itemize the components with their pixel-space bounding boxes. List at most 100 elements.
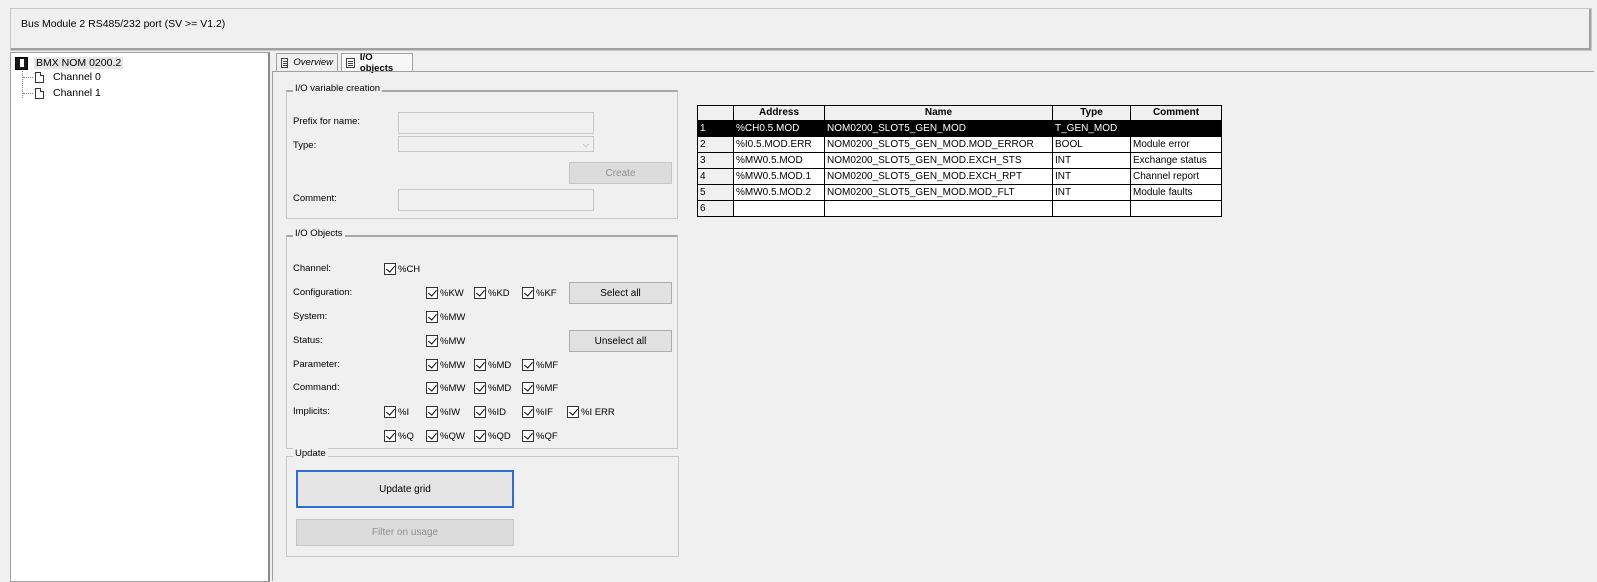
cell-address[interactable]: %I0.5.MOD.ERR	[733, 136, 825, 153]
column-header-address[interactable]: Address	[733, 105, 825, 122]
checkbox-kw[interactable]: %KW	[426, 287, 464, 299]
cell-type[interactable]: BOOL	[1052, 136, 1131, 153]
cell-name[interactable]: NOM0200_SLOT5_GEN_MOD.MOD_FLT	[824, 184, 1053, 201]
row-number: 5	[697, 184, 734, 201]
checkbox-status-mw[interactable]: %MW	[426, 335, 465, 347]
cell-type[interactable]: T_GEN_MOD	[1052, 120, 1131, 137]
checkbox-kd[interactable]: %KD	[474, 287, 510, 299]
column-header-type[interactable]: Type	[1052, 105, 1131, 122]
checkbox-q[interactable]: %Q	[384, 430, 414, 442]
checkbox-kf[interactable]: %KF	[522, 287, 557, 299]
cell-comment[interactable]	[1130, 200, 1222, 217]
grid-header-row: Address Name Type Comment	[697, 105, 1222, 122]
checkbox-id[interactable]: %ID	[474, 406, 506, 418]
table-row[interactable]: 3 %MW0.5.MOD NOM0200_SLOT5_GEN_MOD.EXCH_…	[697, 152, 1222, 169]
checkbox-qf[interactable]: %QF	[522, 430, 558, 442]
checkbox-param-mf[interactable]: %MF	[522, 359, 558, 371]
module-title-bar: Bus Module 2 RS485/232 port (SV >= V1.2)	[10, 8, 1592, 51]
command-label: Command:	[293, 382, 340, 393]
group-title: I/O variable creation	[293, 83, 383, 94]
type-select[interactable]: ⌵	[398, 136, 594, 152]
tab-overview[interactable]: Overview	[276, 53, 338, 71]
checkbox-cmd-md[interactable]: %MD	[474, 382, 511, 394]
system-label: System:	[293, 311, 328, 322]
cell-comment[interactable]: Channel report	[1130, 168, 1222, 185]
group-title: I/O Objects	[293, 228, 345, 239]
column-header-comment[interactable]: Comment	[1130, 105, 1222, 122]
table-row[interactable]: 5 %MW0.5.MOD.2 NOM0200_SLOT5_GEN_MOD.MOD…	[697, 184, 1222, 201]
checkbox-system-mw[interactable]: %MW	[426, 311, 465, 323]
prefix-input[interactable]	[398, 112, 594, 134]
checkbox-param-mw[interactable]: %MW	[426, 359, 465, 371]
cell-type[interactable]: INT	[1052, 168, 1131, 185]
cell-comment[interactable]: Module faults	[1130, 184, 1222, 201]
table-row[interactable]: 1 %CH0.5.MOD NOM0200_SLOT5_GEN_MOD T_GEN…	[697, 120, 1222, 137]
tree-item-label: Channel 1	[53, 87, 101, 99]
module-icon	[15, 56, 28, 70]
checkbox-param-md[interactable]: %MD	[474, 359, 511, 371]
checkbox-ch[interactable]: %CH	[384, 263, 420, 275]
select-all-button[interactable]: Select all	[569, 282, 672, 304]
cell-name[interactable]: NOM0200_SLOT5_GEN_MOD.EXCH_STS	[824, 152, 1053, 169]
parameter-label: Parameter:	[293, 359, 340, 370]
document-icon	[35, 71, 44, 83]
checkbox-cmd-mw[interactable]: %MW	[426, 382, 465, 394]
comment-label: Comment:	[293, 193, 337, 204]
chevron-down-icon: ⌵	[582, 140, 589, 149]
tree-item-channel-1[interactable]: Channel 1	[23, 85, 101, 101]
table-row[interactable]: 4 %MW0.5.MOD.1 NOM0200_SLOT5_GEN_MOD.EXC…	[697, 168, 1222, 185]
cell-address[interactable]: %MW0.5.MOD.2	[733, 184, 825, 201]
page-icon	[346, 58, 355, 68]
cell-type[interactable]	[1052, 200, 1131, 217]
comment-input[interactable]	[398, 189, 594, 211]
checkbox-i[interactable]: %I	[384, 406, 409, 418]
cell-comment[interactable]: Exchange status	[1130, 152, 1222, 169]
tree-item-channel-0[interactable]: Channel 0	[23, 69, 101, 85]
tree-item-label: Channel 0	[53, 71, 101, 83]
column-header-name[interactable]: Name	[824, 105, 1053, 122]
cell-name[interactable]: NOM0200_SLOT5_GEN_MOD	[824, 120, 1053, 137]
checkbox-i-err[interactable]: %I ERR	[567, 406, 615, 418]
cell-comment[interactable]: Module error	[1130, 136, 1222, 153]
row-number: 6	[697, 200, 734, 217]
cell-address[interactable]: %MW0.5.MOD	[733, 152, 825, 169]
cell-name[interactable]: NOM0200_SLOT5_GEN_MOD.MOD_ERROR	[824, 136, 1053, 153]
cell-name[interactable]	[824, 200, 1053, 217]
io-objects-content: I/O variable creation Prefix for name: T…	[272, 71, 1594, 581]
row-number: 2	[697, 136, 734, 153]
checkbox-if[interactable]: %IF	[522, 406, 553, 418]
filter-on-usage-button[interactable]: Filter on usage	[296, 519, 514, 546]
tree-root-label: BMX NOM 0200.2	[34, 57, 124, 69]
document-icon	[35, 87, 44, 99]
prefix-label: Prefix for name:	[293, 116, 361, 127]
checkbox-qw[interactable]: %QW	[426, 430, 465, 442]
cell-address[interactable]: %CH0.5.MOD	[733, 120, 825, 137]
table-row[interactable]: 2 %I0.5.MOD.ERR NOM0200_SLOT5_GEN_MOD.MO…	[697, 136, 1222, 153]
row-number: 1	[697, 120, 734, 137]
cell-address[interactable]: %MW0.5.MOD.1	[733, 168, 825, 185]
var-creation-group: I/O variable creation Prefix for name: T…	[286, 83, 678, 219]
checkbox-cmd-mf[interactable]: %MF	[522, 382, 558, 394]
update-grid-button[interactable]: Update grid	[296, 470, 514, 508]
row-number: 4	[697, 168, 734, 185]
page-icon	[281, 57, 289, 68]
row-number: 3	[697, 152, 734, 169]
channel-label: Channel:	[293, 263, 332, 274]
cell-type[interactable]: INT	[1052, 184, 1131, 201]
create-button[interactable]: Create	[569, 162, 672, 184]
module-tree: BMX NOM 0200.2 Channel 0 Channel 1	[10, 52, 270, 582]
io-objects-group: I/O Objects Channel: %CH Configuration: …	[286, 228, 678, 449]
status-label: Status:	[293, 335, 323, 346]
unselect-all-button[interactable]: Unselect all	[569, 330, 672, 352]
checkbox-qd[interactable]: %QD	[474, 430, 511, 442]
checkbox-iw[interactable]: %IW	[426, 406, 460, 418]
configuration-label: Configuration:	[293, 287, 353, 298]
cell-name[interactable]: NOM0200_SLOT5_GEN_MOD.EXCH_RPT	[824, 168, 1053, 185]
cell-type[interactable]: INT	[1052, 152, 1131, 169]
io-objects-grid[interactable]: Address Name Type Comment 1 %CH0.5.MOD N…	[697, 105, 1222, 217]
cell-comment[interactable]	[1130, 120, 1222, 137]
group-title: Update	[293, 448, 328, 459]
cell-address[interactable]	[733, 200, 825, 217]
table-row[interactable]: 6	[697, 200, 1222, 217]
tab-io-objects[interactable]: I/O objects	[341, 52, 413, 74]
